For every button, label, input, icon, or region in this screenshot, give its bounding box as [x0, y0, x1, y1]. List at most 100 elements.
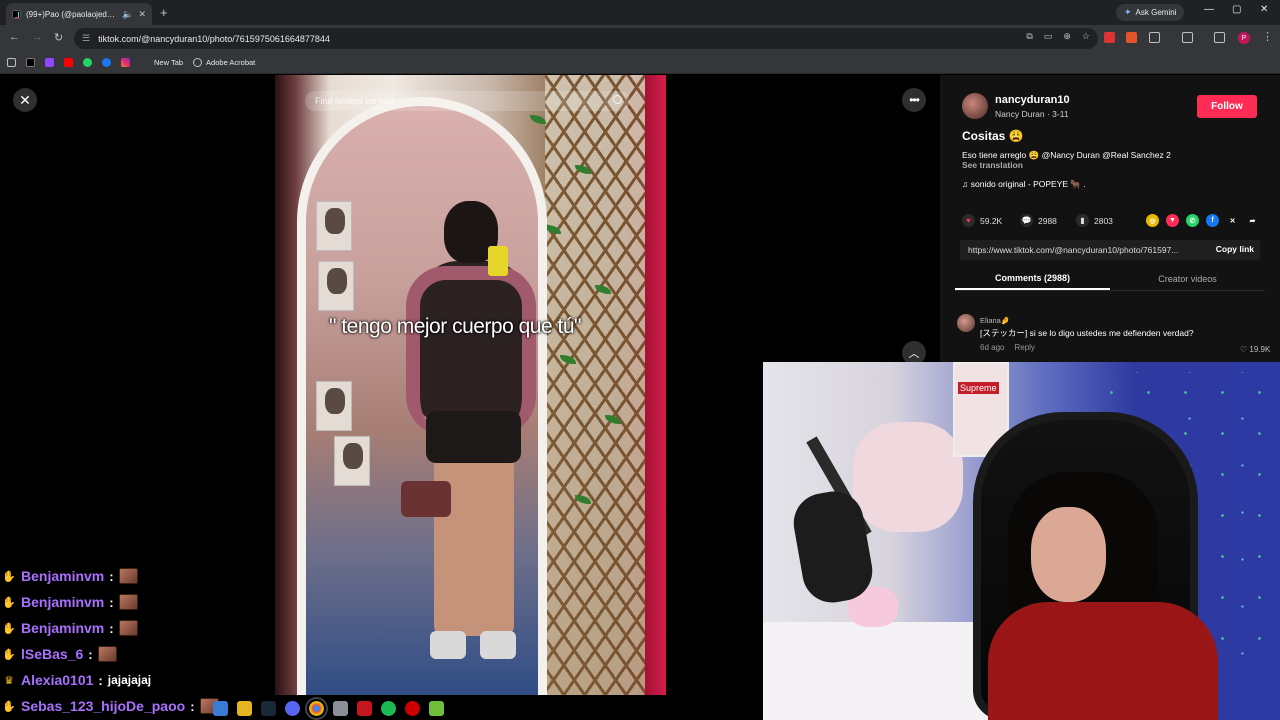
find-related-search[interactable]: Find related content [305, 91, 630, 111]
apps-grid-icon[interactable] [7, 58, 16, 67]
chat-separator: : [88, 646, 93, 662]
poster [316, 201, 352, 251]
url-text: tiktok.com/@nancyduran10/photo/761597506… [98, 33, 330, 44]
chat-crown-badge-icon: ♛ [4, 674, 14, 687]
post-link-text[interactable]: https://www.tiktok.com/@nancyduran10/pho… [968, 245, 1196, 255]
see-translation-link[interactable]: See translation [962, 160, 1023, 170]
browser-tab[interactable]: (99+)Pao (@paolaojedda) | 🔈 ✕ [6, 3, 152, 25]
share-facebook-icon[interactable]: f [1206, 214, 1219, 227]
commenter-name[interactable]: Eliana🤌 [980, 316, 1010, 325]
translate-icon[interactable]: ⧉ [1026, 31, 1032, 42]
profile-avatar[interactable]: P [1238, 32, 1250, 44]
acrobat-icon [193, 58, 203, 67]
back-arrow-icon[interactable]: ← [9, 31, 20, 43]
tab-creator-videos[interactable]: Creator videos [1110, 267, 1265, 290]
streamer-face [1031, 507, 1106, 602]
youtube-bookmark-icon[interactable] [64, 58, 73, 67]
extensions-puzzle-icon[interactable] [1149, 32, 1160, 43]
extension-orange-icon[interactable] [1126, 32, 1137, 43]
tab-close-icon[interactable]: ✕ [138, 9, 146, 20]
twitch-bookmark-icon[interactable] [45, 58, 54, 67]
share-repost-icon[interactable]: ▼ [1166, 214, 1179, 227]
author-avatar[interactable] [962, 93, 988, 119]
share-whatsapp-icon[interactable]: ✆ [1186, 214, 1199, 227]
instagram-bookmark-icon[interactable] [121, 58, 130, 67]
discord-taskbar-icon[interactable] [285, 700, 300, 716]
zoom-icon[interactable]: ⊕ [1063, 31, 1071, 42]
share-x-icon[interactable]: ✕ [1226, 214, 1239, 227]
speaker-icon[interactable]: 🔈 [122, 9, 133, 20]
save-count: 2803 [1094, 215, 1113, 226]
chat-message: ✋ Benjaminvm : [2, 565, 138, 587]
chat-badge-icon: ✋ [2, 622, 16, 635]
site-info-icon[interactable]: ☰ [82, 33, 90, 44]
window-close-button[interactable]: ✕ [1260, 4, 1268, 15]
browser-menu-icon[interactable]: ⋮ [1262, 30, 1273, 43]
omnibox-actions: ⧉ ▭ ⊕ ☆ [1026, 31, 1090, 42]
bookmark-icon: ▮ [1076, 214, 1089, 227]
comment-count: 2988 [1038, 215, 1057, 226]
person-reflection [396, 201, 546, 681]
commenter-avatar[interactable] [957, 314, 975, 332]
sidebar-icon[interactable] [1182, 32, 1193, 43]
download-icon[interactable] [1214, 32, 1225, 43]
chat-username: Benjaminvm [21, 568, 105, 584]
chat-badge-icon: ✋ [2, 648, 16, 661]
poster [316, 381, 352, 431]
new-tab-button[interactable]: + [160, 5, 168, 20]
close-viewer-button[interactable]: ✕ [13, 88, 37, 112]
post-photo[interactable]: ‹ › [275, 75, 666, 695]
facebook-bookmark-icon[interactable] [102, 58, 111, 67]
extension-red-icon[interactable] [1104, 32, 1115, 43]
chat-separator: : [190, 698, 195, 714]
minimize-button[interactable]: — [1204, 4, 1214, 15]
ask-gemini-label: Ask Gemini [1135, 8, 1177, 17]
app2-taskbar-icon[interactable] [429, 700, 444, 716]
tab-title: (99+)Pao (@paolaojedda) | [26, 9, 118, 19]
comment-reply-button[interactable]: Reply [1014, 343, 1034, 352]
chat-separator: : [109, 568, 114, 584]
save-button[interactable]: ▮ 2803 [1076, 214, 1113, 227]
address-bar[interactable]: ☰ tiktok.com/@nancyduran10/photo/7615975… [74, 28, 1098, 49]
forward-arrow-icon[interactable]: → [32, 31, 43, 43]
like-button[interactable]: ♥ 59.2K [962, 214, 1002, 227]
bookmark-star-icon[interactable]: ☆ [1082, 31, 1090, 42]
cast-icon[interactable]: ▭ [1044, 31, 1053, 42]
steam-taskbar-icon[interactable] [261, 700, 276, 716]
copilot-taskbar-icon[interactable] [213, 700, 228, 716]
music-link[interactable]: ♫ sonido original - POPEYE 🐂 . [962, 179, 1086, 190]
spotify-taskbar-icon[interactable] [381, 700, 396, 716]
bolt-taskbar-icon[interactable] [357, 700, 372, 716]
obs-taskbar-icon[interactable] [405, 700, 420, 716]
chat-badge-icon: ✋ [2, 700, 16, 713]
tab-comments[interactable]: Comments (2988) [955, 267, 1110, 290]
x-bookmark-icon[interactable] [26, 58, 35, 67]
streamer-body [988, 602, 1218, 720]
chat-username: Benjaminvm [21, 620, 105, 636]
bookmarks-bar: New Tab Adobe Acrobat [0, 52, 1280, 74]
chat-badge-icon: ✋ [2, 596, 16, 609]
app-taskbar-icon[interactable] [333, 700, 348, 716]
search-icon[interactable] [613, 95, 622, 104]
bookmark-new-tab[interactable]: New Tab [154, 58, 183, 67]
more-options-button[interactable]: ••• [902, 88, 926, 112]
maximize-button[interactable]: ▢ [1232, 4, 1241, 15]
chat-message: ♛ Alexia0101 : jajajajaj [2, 669, 151, 691]
copy-link-button[interactable]: Copy link [1216, 244, 1254, 254]
photo-caption-overlay: " tengo mejor cuerpo que tú" [329, 315, 581, 338]
whatsapp-bookmark-icon[interactable] [83, 58, 92, 67]
chat-username: Benjaminvm [21, 594, 105, 610]
ask-gemini-button[interactable]: ✦ Ask Gemini [1116, 4, 1185, 21]
file-explorer-taskbar-icon[interactable] [237, 700, 252, 716]
share-coin-icon[interactable]: ◎ [1146, 214, 1159, 227]
reload-icon[interactable]: ↻ [54, 31, 63, 44]
comment-button[interactable]: 💬 2988 [1020, 214, 1057, 227]
follow-button[interactable]: Follow [1197, 95, 1257, 118]
tiktok-favicon-icon [12, 9, 21, 19]
bookmark-adobe-acrobat[interactable]: Adobe Acrobat [193, 58, 255, 67]
chat-username: Sebas_123_hijoDe_paoo [21, 698, 186, 714]
share-more-arrow-icon[interactable]: ➦ [1246, 214, 1259, 227]
chrome-taskbar-icon[interactable] [305, 696, 328, 720]
author-username[interactable]: nancyduran10 [995, 94, 1070, 106]
comment-like-count[interactable]: ♡ 19.9K [1240, 345, 1270, 354]
